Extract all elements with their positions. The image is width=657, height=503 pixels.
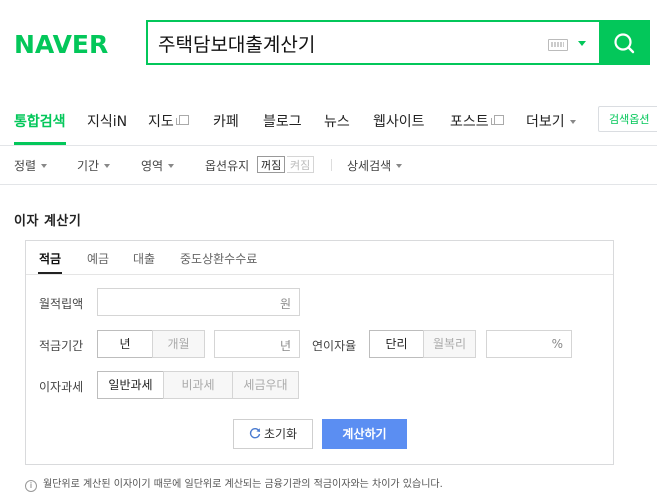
external-icon xyxy=(175,115,189,125)
tab-label: 지식iN xyxy=(87,114,128,130)
chevron-down-icon xyxy=(104,164,111,168)
tab-label: 블로그 xyxy=(263,114,302,130)
keep-option-label: 옵션유지 xyxy=(205,159,250,173)
detail-search-filter[interactable]: 상세검색 xyxy=(347,157,403,174)
interest-calculator: 적금 예금 대출 중도상환수수료 월적립액 원 적금기간 년 개월 년 연이자율… xyxy=(25,240,614,465)
calc-tab-prepayment-fee[interactable]: 중도상환수수료 xyxy=(180,250,257,267)
chevron-down-icon xyxy=(569,120,576,124)
period-label: 기간 xyxy=(77,159,100,173)
period-filter[interactable]: 기간 xyxy=(77,157,111,174)
search-tabs: 통합검색 지식iN 지도 카페 블로그 뉴스 웹사이트 포스트 더보기 검색옵션 xyxy=(0,97,657,146)
naver-logo[interactable]: NAVER xyxy=(14,30,108,59)
search-button[interactable] xyxy=(599,20,650,65)
tab-label: 웹사이트 xyxy=(373,114,425,130)
chevron-down-icon xyxy=(41,164,48,168)
tab-post[interactable]: 포스트 xyxy=(450,111,504,131)
search-icon xyxy=(614,33,635,54)
tab-website[interactable]: 웹사이트 xyxy=(373,111,425,131)
tab-label: 통합검색 xyxy=(14,114,66,130)
info-icon: i xyxy=(25,480,37,492)
sort-filter[interactable]: 정렬 xyxy=(14,157,48,174)
rate-label: 연이자율 xyxy=(312,339,357,353)
calc-tab-deposit[interactable]: 예금 xyxy=(87,250,109,267)
external-icon xyxy=(490,115,504,125)
rate-input[interactable]: % xyxy=(486,330,572,358)
tab-cafe[interactable]: 카페 xyxy=(213,111,239,131)
period-label: 적금기간 xyxy=(39,339,84,353)
calc-tab-savings[interactable]: 적금 xyxy=(37,250,63,274)
detail-search-label: 상세검색 xyxy=(347,159,392,173)
tab-integrated[interactable]: 통합검색 xyxy=(14,111,66,145)
tab-label: 더보기 xyxy=(526,114,565,130)
chevron-down-icon[interactable] xyxy=(578,41,586,46)
tax-general-button[interactable]: 일반과세 xyxy=(97,371,164,399)
tab-map[interactable]: 지도 xyxy=(148,111,189,131)
period-month-button[interactable]: 개월 xyxy=(152,330,205,358)
tab-label: 카페 xyxy=(213,114,239,130)
refresh-icon xyxy=(249,428,261,439)
period-year-button[interactable]: 년 xyxy=(97,330,153,358)
chevron-down-icon xyxy=(396,164,403,168)
tax-exempt-button[interactable]: 비과세 xyxy=(163,371,233,399)
period-unit: 년 xyxy=(279,339,291,353)
tab-label: 지도 xyxy=(148,114,174,130)
area-filter[interactable]: 영역 xyxy=(141,157,175,174)
calc-note: i 월단위로 계산된 이자이기 때문에 일단위로 계산되는 금융기관의 적금이자와… xyxy=(25,475,443,492)
period-input[interactable]: 년 xyxy=(214,330,300,358)
sort-label: 정렬 xyxy=(14,159,37,173)
note-text: 월단위로 계산된 이자이기 때문에 일단위로 계산되는 금융기관의 적금이자와는… xyxy=(43,479,443,490)
search-box xyxy=(146,20,650,65)
tab-kin[interactable]: 지식iN xyxy=(87,111,127,131)
tab-news[interactable]: 뉴스 xyxy=(324,111,350,131)
filter-bar: 정렬 기간 영역 옵션유지 꺼짐 켜짐 상세검색 xyxy=(0,146,657,185)
monthly-unit: 원 xyxy=(279,297,291,311)
search-options-button[interactable]: 검색옵션 xyxy=(598,106,657,132)
calculator-title: 이자 계산기 xyxy=(14,214,82,229)
calc-tabs-divider xyxy=(26,274,613,275)
keyboard-icon[interactable] xyxy=(548,39,568,51)
tab-more[interactable]: 더보기 xyxy=(526,111,576,131)
tax-label: 이자과세 xyxy=(39,380,84,394)
tab-label: 포스트 xyxy=(450,114,489,130)
rate-simple-button[interactable]: 단리 xyxy=(369,330,424,358)
reset-button[interactable]: 초기화 xyxy=(233,419,313,449)
keep-option-off[interactable]: 꺼짐 xyxy=(257,156,286,173)
tax-preferential-button[interactable]: 세금우대 xyxy=(232,371,299,399)
search-input[interactable] xyxy=(158,30,538,56)
divider xyxy=(331,159,332,171)
area-label: 영역 xyxy=(141,159,164,173)
calculate-button[interactable]: 계산하기 xyxy=(322,419,407,449)
reset-label: 초기화 xyxy=(263,427,298,441)
keep-option-on[interactable]: 켜짐 xyxy=(287,156,315,173)
chevron-down-icon xyxy=(168,164,175,168)
calc-tab-loan[interactable]: 대출 xyxy=(133,250,155,267)
monthly-input[interactable]: 원 xyxy=(97,288,300,316)
rate-compound-button[interactable]: 월복리 xyxy=(423,330,476,358)
tab-label: 뉴스 xyxy=(324,114,350,130)
rate-unit: % xyxy=(551,337,563,351)
tab-blog[interactable]: 블로그 xyxy=(263,111,302,131)
monthly-label: 월적립액 xyxy=(39,297,84,311)
